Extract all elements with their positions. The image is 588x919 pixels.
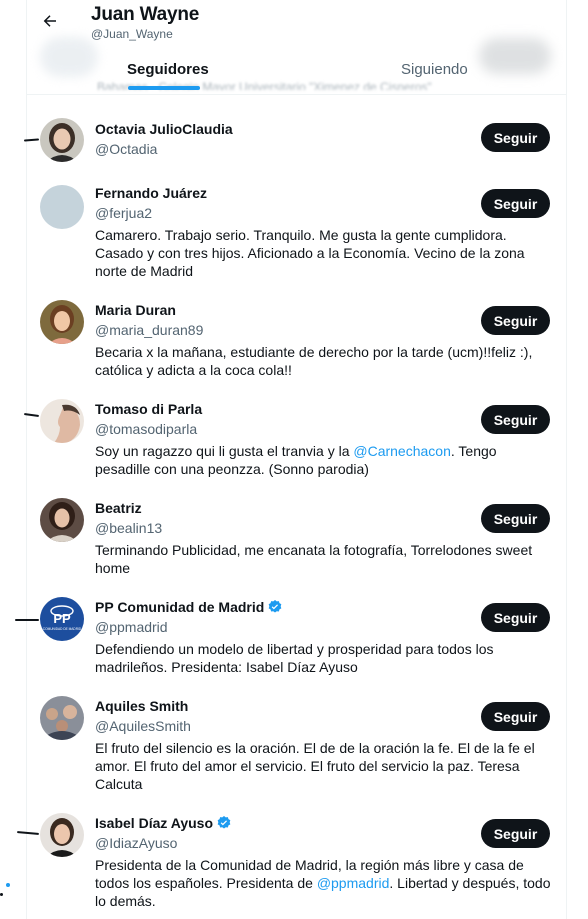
user-bio: Soy un ragazzo qui li gusta el tranvia y… <box>95 442 553 478</box>
user-handle: @bealin13 <box>95 520 163 536</box>
list-item[interactable]: Octavia JulioClaudia @Octadia Seguir <box>27 113 566 183</box>
list-item[interactable]: PP COMUNIDAD DE MADRID PP Comunidad de M… <box>27 589 566 679</box>
user-name-text: Maria Duran <box>95 302 176 318</box>
follow-button[interactable]: Seguir <box>481 819 550 848</box>
list-item[interactable]: Fernando Juárez @ferjua2 Camarero. Traba… <box>27 175 566 285</box>
user-name[interactable]: Tomaso di Parla <box>95 401 202 417</box>
tab-bar: Seguidores Siguiendo <box>27 56 566 94</box>
user-handle: @IdiazAyuso <box>95 835 178 851</box>
man-profile-avatar-icon <box>40 399 84 443</box>
mention-link[interactable]: @ppmadrid <box>317 875 390 891</box>
user-name[interactable]: PP Comunidad de Madrid <box>95 599 283 615</box>
avatar[interactable]: PP COMUNIDAD DE MADRID <box>40 597 84 641</box>
mention-link[interactable]: @Carnechacon <box>353 443 451 459</box>
avatar[interactable] <box>40 696 84 740</box>
user-handle: @maria_duran89 <box>95 322 204 338</box>
verified-badge-icon <box>217 816 231 829</box>
notification-dot <box>6 883 10 887</box>
follow-button[interactable]: Seguir <box>481 306 550 335</box>
list-item[interactable]: Tomaso di Parla @tomasodiparla Soy un ra… <box>27 391 566 481</box>
follow-button[interactable]: Seguir <box>481 603 550 632</box>
user-name-text: Fernando Juárez <box>95 185 208 201</box>
user-bio: Becaria x la mañana, estudiante de derec… <box>95 344 533 378</box>
avatar[interactable] <box>40 399 84 443</box>
tab-followers-label: Seguidores <box>127 61 209 78</box>
user-bio: El fruto del silencio es la oración. El … <box>95 740 535 792</box>
list-item[interactable]: Beatriz @bealin13 Terminando Publicidad,… <box>27 490 566 580</box>
user-name[interactable]: Fernando Juárez <box>95 185 207 201</box>
default-avatar-icon <box>40 185 84 229</box>
tab-following-label: Siguiendo <box>401 61 468 78</box>
user-name[interactable]: Maria Duran <box>95 302 176 318</box>
active-tab-indicator <box>128 86 200 90</box>
avatar[interactable] <box>40 185 84 229</box>
page-subtitle-handle: @Juan_Wayne <box>91 27 173 41</box>
user-handle: @Octadia <box>95 141 158 157</box>
follow-button[interactable]: Seguir <box>481 405 550 434</box>
left-sidebar-edge <box>0 0 26 919</box>
header-divider <box>27 94 566 95</box>
tab-following[interactable]: Siguiendo <box>401 56 468 94</box>
user-bio: Terminando Publicidad, me encanata la fo… <box>95 542 533 576</box>
user-name[interactable]: Aquiles Smith <box>95 698 188 714</box>
follow-button[interactable]: Seguir <box>481 504 550 533</box>
user-name[interactable]: Isabel Díaz Ayuso <box>95 815 232 831</box>
list-item[interactable]: Aquiles Smith @AquilesSmith El fruto del… <box>27 688 566 798</box>
user-handle: @AquilesSmith <box>95 718 191 734</box>
woman-avatar-icon <box>40 498 84 542</box>
right-column-border <box>566 0 567 919</box>
follow-button[interactable]: Seguir <box>481 123 550 152</box>
user-name[interactable]: Octavia JulioClaudia <box>95 121 233 137</box>
follow-button[interactable]: Seguir <box>481 702 550 731</box>
woman-avatar-icon <box>40 118 84 162</box>
avatar[interactable] <box>40 300 84 344</box>
back-button[interactable] <box>37 8 63 34</box>
follow-button[interactable]: Seguir <box>481 189 550 218</box>
user-name-text: Beatriz <box>95 500 142 516</box>
woman-avatar-icon <box>40 813 84 857</box>
page-header: Bahamas · Colegio Mayor Universitario "X… <box>27 0 566 95</box>
list-item[interactable]: Isabel Díaz Ayuso @IdiazAyuso Presidenta… <box>27 805 566 919</box>
followers-panel: Bahamas · Colegio Mayor Universitario "X… <box>27 0 566 919</box>
svg-text:PP: PP <box>53 611 71 626</box>
avatar[interactable] <box>40 813 84 857</box>
pp-logo-icon: PP COMUNIDAD DE MADRID <box>40 597 84 641</box>
user-bio: Camarero. Trabajo serio. Tranquilo. Me g… <box>95 227 525 279</box>
avatar[interactable] <box>40 118 84 162</box>
user-name-text: Tomaso di Parla <box>95 401 203 417</box>
page-title: Juan Wayne <box>91 4 200 25</box>
avatar[interactable] <box>40 498 84 542</box>
user-handle: @ppmadrid <box>95 619 168 635</box>
list-item[interactable]: Maria Duran @maria_duran89 Becaria x la … <box>27 292 566 382</box>
back-arrow-icon <box>43 15 56 27</box>
more-dot <box>0 893 3 896</box>
user-name-text: PP Comunidad de Madrid <box>95 599 265 615</box>
woman-avatar-icon <box>40 300 84 344</box>
user-bio: Presidenta de la Comunidad de Madrid, la… <box>95 856 553 910</box>
svg-text:COMUNIDAD DE MADRID: COMUNIDAD DE MADRID <box>43 627 82 631</box>
user-bio: Defendiendo un modelo de libertad y pros… <box>95 641 494 675</box>
bio-text: Soy un ragazzo qui li gusta el tranvia y… <box>95 443 354 459</box>
user-handle: @tomasodiparla <box>95 421 198 437</box>
crowd-avatar-icon <box>40 696 84 740</box>
user-name-text: Octavia JulioClaudia <box>95 121 233 137</box>
user-name-text: Isabel Díaz Ayuso <box>95 815 214 831</box>
verified-badge-icon <box>268 600 282 613</box>
user-name-text: Aquiles Smith <box>95 698 189 714</box>
user-handle: @ferjua2 <box>95 205 153 221</box>
user-name[interactable]: Beatriz <box>95 500 142 516</box>
